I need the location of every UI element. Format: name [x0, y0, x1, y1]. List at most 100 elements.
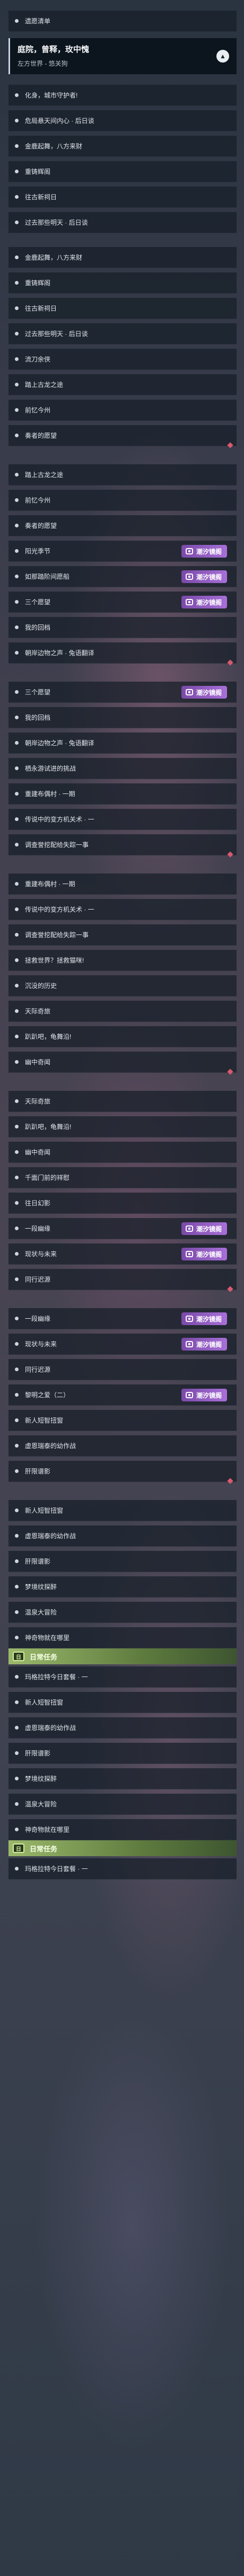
- quest-row[interactable]: 重建布偶村 · 一期: [8, 783, 237, 805]
- quest-row[interactable]: 化身，城市守护者!: [8, 85, 237, 106]
- quest-bullet-icon: [15, 1418, 19, 1422]
- quest-row[interactable]: 神奇物就在哪里: [8, 1627, 237, 1648]
- quest-row[interactable]: 同行迟源: [8, 1359, 237, 1380]
- quest-row[interactable]: 前忆今州: [8, 490, 237, 511]
- quest-row[interactable]: 朝岸边物之声 · 兔语翻译: [8, 642, 237, 664]
- event-tag: 潮汐镜阁: [181, 570, 227, 583]
- quest-row[interactable]: 如那踏阶间愿船 潮汐镜阁: [8, 566, 237, 587]
- quest-bullet-icon: [15, 1802, 19, 1806]
- quest-row[interactable]: 重铸辉阁: [8, 161, 237, 182]
- quest-row[interactable]: 梦境纹探醉: [8, 1576, 237, 1598]
- quest-label: 我的回档: [25, 624, 51, 631]
- quest-row[interactable]: 我的回档: [8, 617, 237, 638]
- quest-row[interactable]: 同行迟源: [8, 1269, 237, 1290]
- quest-row[interactable]: 过去那些明天 · 后日谈: [8, 212, 237, 233]
- event-tag: 潮汐镜阁: [181, 545, 227, 558]
- quest-row[interactable]: 新人短智扭窗: [8, 1410, 237, 1431]
- quest-row[interactable]: 传说中的变方机关术 · 一: [8, 809, 237, 830]
- quest-row[interactable]: 幽中奇闻: [8, 1052, 237, 1073]
- quest-row[interactable]: 调查誉挖配给失踪一事: [8, 834, 237, 855]
- quest-row[interactable]: 温泉大冒险: [8, 1602, 237, 1623]
- quest-label: 现状与未来: [25, 1250, 57, 1258]
- quest-label: 奏者的愿望: [25, 432, 57, 439]
- quest-row[interactable]: 现状与未来 潮汐镜阁: [8, 1334, 237, 1355]
- quest-row[interactable]: 流刀余侠: [8, 349, 237, 370]
- quest-row[interactable]: 传说中的变方机关术 · 一: [8, 899, 237, 920]
- quest-row[interactable]: 调查誉挖配给失踪一事: [8, 924, 237, 946]
- quest-bullet-icon: [15, 1252, 19, 1256]
- event-tag-label: 潮汐镜阁: [196, 1315, 222, 1323]
- quest-row[interactable]: 往日幻影: [8, 1193, 237, 1214]
- quest-label: 同行迟源: [25, 1366, 51, 1373]
- quest-row[interactable]: 一段幽缘 潮汐镜阁: [8, 1218, 237, 1239]
- quest-row[interactable]: 三个愿望 潮汐镜阁: [8, 682, 237, 703]
- quest-label: 虚恩瑞泰的幼作战: [25, 1532, 76, 1540]
- quest-label: 朝岸边物之声 · 兔语翻译: [25, 739, 94, 747]
- quest-label: 趴趴吧，龟舞沿!: [25, 1033, 72, 1040]
- quest-row[interactable]: 虚恩瑞泰的幼作战: [8, 1717, 237, 1739]
- quest-label: 三个愿望: [25, 598, 51, 606]
- quest-row[interactable]: 沉没的历史: [8, 975, 237, 996]
- quest-label: 重铸辉阁: [25, 279, 51, 287]
- quest-row[interactable]: 玛格拉特今日套餐 · 一: [8, 1858, 237, 1880]
- daily-task-header[interactable]: 日日常任务: [8, 1840, 237, 1856]
- quest-row[interactable]: 金鹿起舞，八方来财: [8, 136, 237, 157]
- quest-row[interactable]: 虚恩瑞泰的幼作战: [8, 1435, 237, 1457]
- quest-row[interactable]: 肝限谱影: [8, 1551, 237, 1572]
- quest-row[interactable]: 奏者的愿望: [8, 425, 237, 446]
- quest-row[interactable]: 重建布偶村 · 一期: [8, 874, 237, 895]
- daily-task-header[interactable]: 日日常任务: [8, 1648, 237, 1664]
- quest-row[interactable]: 踏上古龙之途: [8, 374, 237, 395]
- quest-row[interactable]: 现状与未来 潮汐镜阁: [8, 1243, 237, 1265]
- quest-row[interactable]: 温泉大冒险: [8, 1794, 237, 1815]
- quest-row[interactable]: 危局悬天间内心 · 后日谈: [8, 110, 237, 131]
- quest-label: 如那踏阶间愿船: [25, 573, 70, 580]
- quest-row[interactable]: 肝限谱影: [8, 1743, 237, 1764]
- chapter-title: 庭院，曾释，玫中愧: [18, 45, 90, 54]
- quest-row[interactable]: 我的回档: [8, 707, 237, 728]
- quest-row[interactable]: 栖永游试进的挑战: [8, 758, 237, 779]
- quest-label: 虚恩瑞泰的幼作战: [25, 1442, 76, 1450]
- quest-bullet-icon: [15, 383, 19, 386]
- quest-label: 往古新祠日: [25, 193, 57, 201]
- event-tag-icon: [185, 548, 193, 554]
- quest-label: 流刀余侠: [25, 356, 51, 363]
- quest-row[interactable]: 过去那些明天 · 后日谈: [8, 323, 237, 345]
- quest-row[interactable]: 幽中奇闻: [8, 1142, 237, 1163]
- quest-row[interactable]: 玛格拉特今日套餐 · 一: [8, 1666, 237, 1688]
- quest-bullet-icon: [15, 1610, 19, 1614]
- quest-row[interactable]: 神奇物就在哪里: [8, 1819, 237, 1840]
- quest-row[interactable]: 肝限谱影: [8, 1461, 237, 1482]
- quest-row[interactable]: 拯救世界？拯救猫咪!: [8, 950, 237, 971]
- quest-row[interactable]: 往古新祠日: [8, 298, 237, 319]
- quest-row[interactable]: 前忆今州: [8, 400, 237, 421]
- quest-bullet-icon: [15, 1726, 19, 1730]
- quest-row[interactable]: 朝岸边物之声 · 兔语翻译: [8, 733, 237, 754]
- quest-row[interactable]: 重铸辉阁: [8, 272, 237, 294]
- quest-row[interactable]: 梦境纹探醉: [8, 1768, 237, 1789]
- quest-bullet-icon: [15, 575, 19, 578]
- quest-row[interactable]: 奏者的愿望: [8, 515, 237, 536]
- quest-bullet-icon: [15, 1700, 19, 1704]
- quest-row[interactable]: 新人短智扭窗: [8, 1500, 237, 1521]
- quest-row[interactable]: 金鹿起舞，八方来财: [8, 247, 237, 268]
- event-tag: 潮汐镜阁: [181, 1312, 227, 1325]
- quest-row[interactable]: 趴趴吧，龟舞沿!: [8, 1026, 237, 1047]
- quest-row[interactable]: 千面门前的祥慰: [8, 1167, 237, 1188]
- quest-row[interactable]: 虚恩瑞泰的幼作战: [8, 1525, 237, 1547]
- quest-row[interactable]: 遗愿清单: [8, 11, 237, 32]
- quest-bullet-icon: [15, 1150, 19, 1154]
- quest-row[interactable]: 天际奇旅: [8, 1091, 237, 1112]
- quest-row[interactable]: 天际奇旅: [8, 1001, 237, 1022]
- chevron-up-icon[interactable]: ▲: [216, 50, 229, 63]
- quest-row[interactable]: 三个愿望 潮汐镜阁: [8, 592, 237, 613]
- quest-chapter-header[interactable]: 庭院，曾释，玫中愧 左方世界 - 悠关狗 ▲: [8, 38, 237, 74]
- quest-row[interactable]: 往古新祠日: [8, 187, 237, 208]
- quest-row[interactable]: 踏上古龙之途: [8, 464, 237, 486]
- quest-row[interactable]: 一段幽缘 潮汐镜阁: [8, 1308, 237, 1329]
- quest-row[interactable]: 阳光季节 潮汐镜阁: [8, 541, 237, 562]
- quest-row[interactable]: 趴趴吧，龟舞沿!: [8, 1116, 237, 1137]
- quest-label: 调查誉挖配给失踪一事: [25, 841, 89, 849]
- quest-row[interactable]: 黎明之爱（二） 潮汐镜阁: [8, 1384, 237, 1406]
- quest-row[interactable]: 新人短智扭窗: [8, 1692, 237, 1713]
